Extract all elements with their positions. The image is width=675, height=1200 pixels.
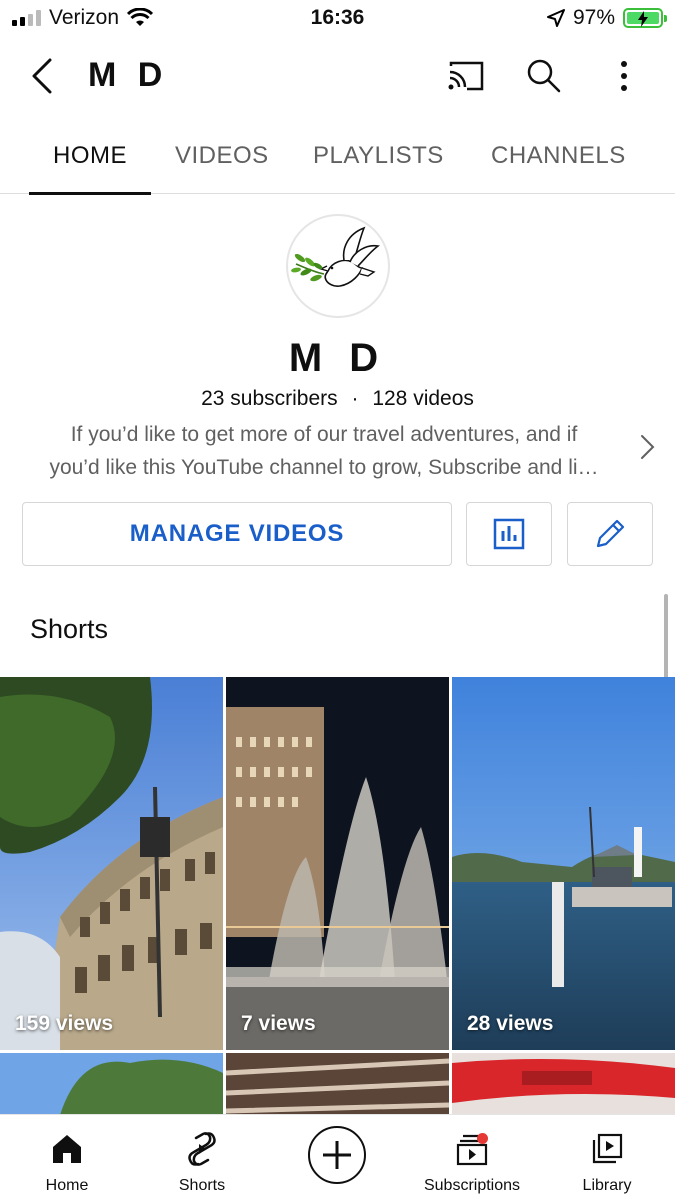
channel-tabs: HOME VIDEOS PLAYLISTS CHANNELS	[0, 124, 675, 195]
short-views: 7 views	[241, 1012, 316, 1035]
short-thumbnail-train[interactable]	[452, 1053, 675, 1115]
battery-icon	[623, 8, 667, 28]
manage-videos-button[interactable]: MANAGE VIDEOS	[22, 502, 452, 566]
cast-button[interactable]	[444, 54, 488, 98]
nav-library[interactable]: Library	[574, 1115, 640, 1200]
analytics-button[interactable]	[466, 502, 552, 566]
back-icon	[32, 58, 52, 94]
status-right: 97%	[546, 6, 667, 30]
tab-videos[interactable]: VIDEOS	[175, 124, 269, 194]
more-icon	[621, 61, 627, 91]
avatar[interactable]	[286, 214, 390, 318]
back-button[interactable]	[20, 54, 64, 98]
dove-icon	[291, 226, 380, 287]
pencil-icon	[596, 519, 625, 548]
nav-label-subscriptions: Subscriptions	[423, 1177, 521, 1194]
location-icon	[546, 9, 565, 27]
short-thumbnail-colosseum[interactable]: 159 views	[0, 677, 223, 1050]
short-views: 28 views	[467, 1012, 554, 1035]
chevron-right-icon[interactable]	[636, 432, 660, 462]
nav-home[interactable]: Home	[34, 1115, 100, 1200]
short-thumbnail-lake[interactable]: 28 views	[452, 677, 675, 1050]
home-icon	[53, 1135, 81, 1163]
bottom-navigation: Home Shorts Subscriptions Library	[0, 1114, 675, 1200]
fountain-thumbnail	[226, 677, 449, 1050]
nav-label-shorts: Shorts	[178, 1177, 226, 1194]
page-title: M D	[88, 56, 169, 94]
search-icon	[527, 59, 561, 93]
notification-dot	[477, 1133, 488, 1144]
lake-thumbnail	[452, 677, 675, 1050]
ceiling-thumbnail	[226, 1053, 449, 1115]
description-line-2: you’d like this YouTube channel to grow,…	[49, 456, 599, 479]
channel-stats: 23 subscribers · 128 videos	[0, 387, 675, 411]
nav-subscriptions[interactable]: Subscriptions	[414, 1115, 530, 1200]
tab-channels[interactable]: CHANNELS	[491, 124, 626, 194]
analytics-icon	[493, 518, 525, 550]
shorts-section-title: Shorts	[30, 614, 109, 644]
cast-icon	[448, 61, 484, 91]
nav-label-home: Home	[45, 1177, 89, 1194]
battery-percent: 97%	[572, 6, 615, 29]
create-icon	[323, 1141, 351, 1169]
description-line-1: If you’d like to get more of our travel …	[70, 423, 578, 446]
edit-channel-button[interactable]	[567, 502, 653, 566]
short-thumbnail-fountain[interactable]: 7 views	[226, 677, 449, 1050]
channel-name: M D	[288, 336, 387, 380]
subscriber-count: 23 subscribers	[201, 387, 338, 410]
status-bar: Verizon 16:36 97%	[0, 0, 675, 40]
more-button[interactable]	[602, 54, 646, 98]
shorts-icon	[188, 1132, 216, 1166]
trees-thumbnail	[0, 1053, 223, 1115]
nav-label-library: Library	[582, 1177, 632, 1194]
search-button[interactable]	[522, 54, 566, 98]
tab-playlists[interactable]: PLAYLISTS	[313, 124, 444, 194]
tab-home[interactable]: HOME	[29, 124, 151, 195]
short-thumbnail-trees[interactable]	[0, 1053, 223, 1115]
channel-description[interactable]: If you’d like to get more of our travel …	[24, 418, 624, 484]
nav-shorts[interactable]: Shorts	[166, 1115, 238, 1200]
video-count: 128 videos	[372, 387, 474, 410]
app-header: M D	[0, 44, 675, 110]
stats-separator: ·	[351, 387, 359, 410]
short-thumbnail-ceiling[interactable]	[226, 1053, 449, 1115]
colosseum-thumbnail	[0, 677, 223, 1050]
train-thumbnail	[452, 1053, 675, 1115]
short-views: 159 views	[15, 1012, 114, 1035]
create-button[interactable]	[308, 1126, 366, 1184]
library-icon	[592, 1133, 623, 1164]
